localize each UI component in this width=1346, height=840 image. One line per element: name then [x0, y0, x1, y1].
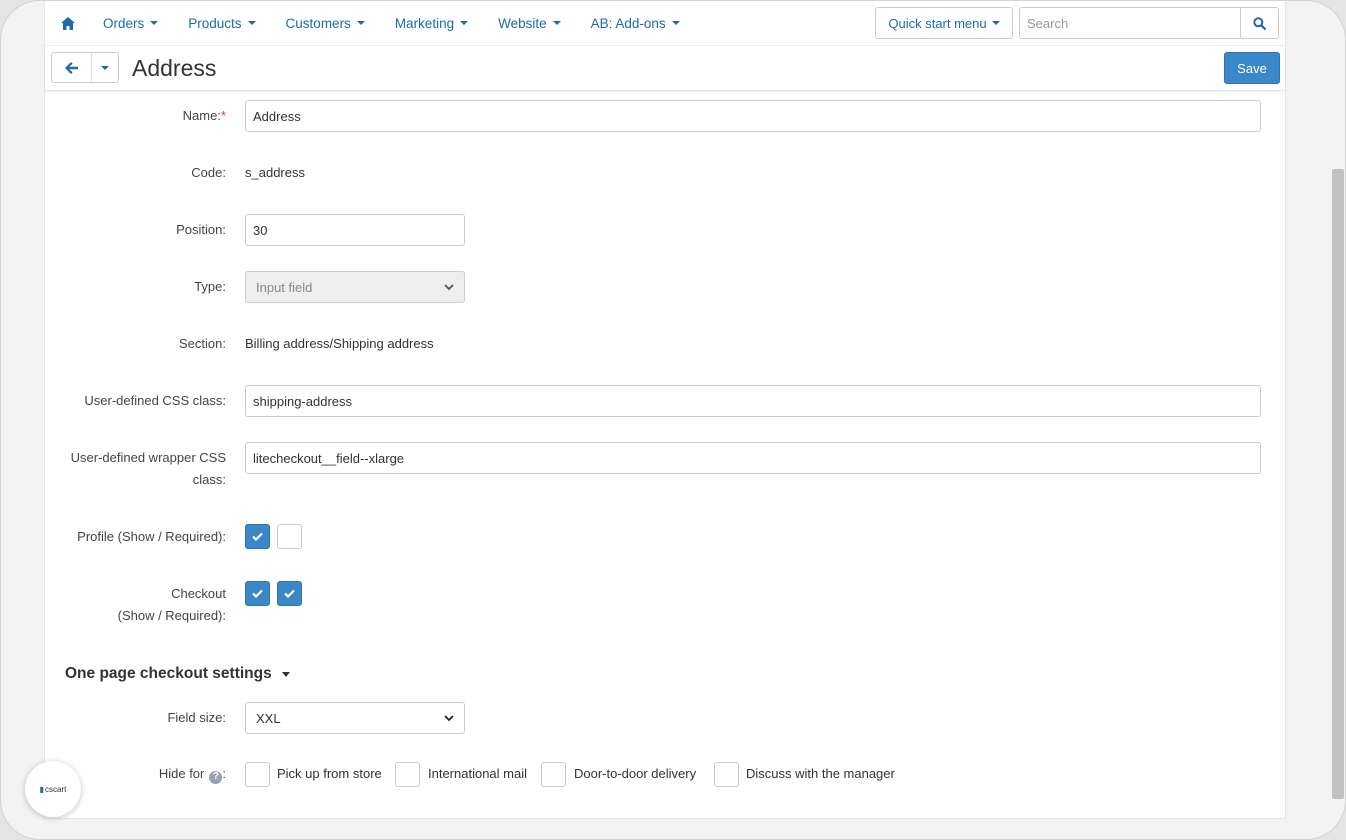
search-icon — [1253, 16, 1266, 30]
hide-door-to-door-label: Door-to-door delivery — [574, 766, 697, 781]
chevron-down-icon — [460, 21, 469, 25]
help-icon[interactable]: ? — [209, 770, 223, 784]
nav-website-label: Website — [498, 15, 547, 31]
checkout-required-checkbox[interactable] — [277, 581, 302, 606]
check-icon — [252, 589, 263, 598]
type-label: Type: — [194, 279, 226, 294]
chevron-down-icon — [150, 21, 159, 25]
check-icon — [284, 589, 295, 598]
wrapper-css-label-line2: class: — [192, 472, 226, 487]
wrapper-css-label-line1: User-defined wrapper CSS — [70, 450, 226, 465]
hide-discuss-label: Discuss with the manager — [746, 766, 895, 781]
required-mark: * — [220, 108, 226, 123]
css-class-input[interactable]: shipping-address — [245, 385, 1261, 417]
back-dropdown-button[interactable] — [92, 53, 118, 82]
position-input[interactable]: 30 — [245, 214, 465, 246]
chevron-down-icon — [552, 21, 561, 25]
nav-marketing-label: Marketing — [394, 15, 455, 31]
page-title: Address — [132, 55, 217, 81]
search-button[interactable] — [1240, 8, 1278, 38]
checkout-label-line2: (Show / Required): — [117, 608, 226, 623]
field-size-select-value: XXL — [256, 710, 281, 726]
checkout-label-line1: Checkout — [171, 586, 226, 601]
css-class-label: User-defined CSS class: — [84, 393, 226, 408]
code-value: s_address — [245, 165, 305, 180]
nav-addons-label: AB: Add-ons — [590, 15, 666, 31]
profile-show-checkbox[interactable] — [245, 524, 270, 549]
name-input[interactable]: Address — [245, 100, 1261, 132]
top-navigation: Orders Products Customers Marketing Webs… — [45, 1, 1285, 46]
arrow-left-icon — [65, 61, 78, 74]
hide-international-label: International mail — [428, 766, 527, 781]
save-button[interactable]: Save — [1224, 52, 1280, 84]
cart-icon: ▮ — [39, 784, 45, 794]
field-size-label: Field size: — [167, 710, 226, 725]
nav-products[interactable]: Products — [188, 15, 256, 31]
position-label: Position: — [176, 222, 226, 237]
wrapper-css-input[interactable]: litecheckout__field--xlarge — [245, 442, 1261, 474]
hide-discuss-checkbox[interactable] — [714, 762, 739, 787]
nav-orders-label: Orders — [103, 15, 145, 31]
nav-products-label: Products — [188, 15, 242, 31]
field-size-select[interactable]: XXL — [245, 702, 465, 734]
hide-international-checkbox[interactable] — [395, 762, 420, 787]
type-select[interactable]: Input field — [245, 271, 465, 303]
app-window: Orders Products Customers Marketing Webs… — [0, 0, 1346, 840]
chevron-down-icon — [991, 21, 1000, 25]
hide-pickup-label: Pick up from store — [277, 766, 382, 781]
quick-start-menu-button[interactable]: Quick start menu — [875, 7, 1013, 39]
one-page-checkout-heading-text: One page checkout settings — [65, 665, 272, 682]
search-box — [1019, 7, 1279, 39]
back-button[interactable] — [52, 53, 92, 82]
nav-addons[interactable]: AB: Add-ons — [591, 16, 680, 31]
hide-for-label: Hide for?: — [158, 766, 226, 784]
type-select-value: Input field — [256, 279, 313, 295]
code-label: Code: — [191, 165, 226, 180]
chevron-down-icon — [356, 21, 365, 25]
nav-customers[interactable]: Customers — [286, 16, 365, 31]
search-input[interactable] — [1020, 8, 1240, 38]
wrapper-css-label: User-defined wrapper CSS class: — [71, 447, 226, 491]
checkout-label: Checkout (Show / Required): — [118, 583, 226, 627]
vertical-scrollbar[interactable] — [1329, 1, 1345, 839]
chevron-down-icon — [671, 21, 680, 25]
section-label: Section: — [179, 336, 226, 351]
nav-orders[interactable]: Orders — [103, 15, 159, 31]
scrollbar-thumb[interactable] — [1332, 169, 1344, 799]
cscart-logo[interactable]: ▮ cscart — [25, 761, 81, 817]
chevron-down-icon — [444, 715, 454, 722]
quick-start-label: Quick start menu — [888, 15, 987, 31]
home-icon[interactable] — [61, 16, 75, 30]
checkout-show-checkbox[interactable] — [245, 581, 270, 606]
name-label-text: Name: — [182, 108, 221, 123]
chevron-down-icon — [281, 671, 290, 677]
hide-for-label-text: Hide for — [158, 766, 205, 781]
section-value: Billing address/Shipping address — [245, 336, 434, 351]
nav-customers-label: Customers — [285, 15, 351, 31]
nav-website[interactable]: Website — [498, 16, 561, 31]
profile-required-checkbox[interactable] — [277, 524, 302, 549]
chevron-down-icon — [247, 21, 256, 25]
back-button-group — [51, 52, 119, 83]
nav-marketing[interactable]: Marketing — [394, 15, 469, 31]
one-page-checkout-heading[interactable]: One page checkout settings — [65, 665, 290, 683]
main-panel: Orders Products Customers Marketing Webs… — [45, 1, 1285, 818]
chevron-down-icon — [101, 65, 109, 70]
hide-pickup-checkbox[interactable] — [245, 762, 270, 787]
profile-label: Profile (Show / Required): — [77, 529, 226, 544]
check-icon — [252, 532, 263, 541]
chevron-down-icon — [444, 284, 454, 291]
name-label: Name:* — [183, 105, 226, 127]
title-bar: Address Save — [45, 47, 1285, 91]
hide-door-to-door-checkbox[interactable] — [541, 762, 566, 787]
logo-text: cscart — [45, 784, 67, 794]
